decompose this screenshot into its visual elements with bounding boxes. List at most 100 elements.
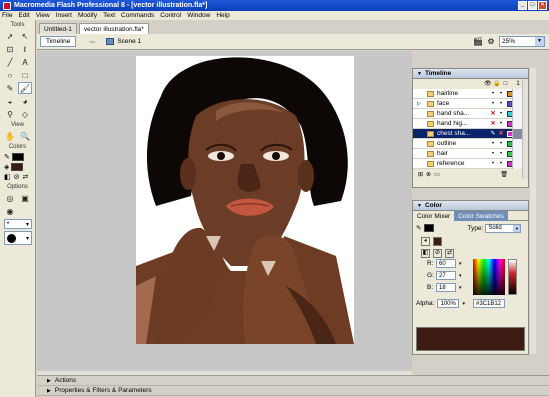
- b-field[interactable]: 18: [436, 283, 456, 292]
- hidden-x-icon[interactable]: ✕: [489, 120, 497, 127]
- menu-edit[interactable]: Edit: [18, 12, 29, 19]
- r-dropdown-icon[interactable]: ▾: [459, 261, 462, 267]
- scene-breadcrumb[interactable]: Scene 1: [106, 38, 141, 45]
- menu-insert[interactable]: Insert: [56, 12, 72, 19]
- tab-vector-illustration[interactable]: vector illustration.fla*: [78, 23, 149, 34]
- zoom-select[interactable]: 25% ▼: [499, 36, 545, 47]
- lock-dot-icon[interactable]: •: [497, 151, 505, 157]
- color-spectrum[interactable]: [473, 259, 505, 295]
- alpha-dropdown-icon[interactable]: ▾: [462, 301, 465, 307]
- rectangle-tool-icon[interactable]: □: [18, 69, 32, 81]
- layer-row[interactable]: hand sha... ✕ •: [413, 109, 528, 119]
- r-field[interactable]: 60: [436, 259, 456, 268]
- layer-row[interactable]: hair • •: [413, 149, 528, 159]
- layer-row[interactable]: reference • •: [413, 159, 528, 169]
- layer-row[interactable]: outline • •: [413, 139, 528, 149]
- properties-panel-header[interactable]: ▶ Properties & Filters & Parameters: [37, 386, 549, 396]
- paint-bucket-tool-icon[interactable]: ◕: [18, 95, 32, 107]
- lock-icon[interactable]: 🔒: [493, 81, 500, 88]
- tab-color-swatches[interactable]: Color Swatches: [454, 211, 508, 221]
- pencil-tool-icon[interactable]: ✎: [3, 82, 17, 94]
- swap-colors-icon[interactable]: ⇄: [445, 248, 454, 258]
- fill-color-swatch[interactable]: [11, 163, 24, 171]
- zoom-tool-icon[interactable]: 🔍: [18, 130, 32, 142]
- lasso-tool-icon[interactable]: ℓ: [18, 43, 32, 55]
- panel-scrollbar[interactable]: [530, 68, 536, 354]
- artboard[interactable]: [136, 56, 354, 344]
- hand-tool-icon[interactable]: ✋: [3, 130, 17, 142]
- menu-file[interactable]: File: [2, 12, 12, 19]
- visibility-dot-icon[interactable]: •: [489, 151, 497, 157]
- no-color-icon[interactable]: ⊘: [433, 248, 442, 258]
- menu-modify[interactable]: Modify: [78, 12, 97, 19]
- outline-icon[interactable]: □: [502, 81, 509, 88]
- lock-dot-icon[interactable]: •: [497, 121, 505, 127]
- menu-window[interactable]: Window: [187, 12, 210, 19]
- lock-fill-icon[interactable]: ▣: [18, 192, 32, 204]
- add-layer-icon[interactable]: ⊞: [418, 171, 423, 178]
- black-white-icon[interactable]: ◧: [4, 173, 11, 181]
- eraser-tool-icon[interactable]: ◇: [18, 108, 32, 120]
- tab-untitled-1[interactable]: Untitled-1: [39, 23, 77, 34]
- oval-tool-icon[interactable]: ○: [3, 69, 17, 81]
- free-transform-tool-icon[interactable]: ⊡: [3, 43, 17, 55]
- no-color-icon[interactable]: ⊘: [14, 173, 20, 181]
- layer-row[interactable]: hairline • •: [413, 89, 528, 99]
- brush-size-select[interactable]: • ▾: [4, 219, 32, 229]
- timeline-header[interactable]: ▼ Timeline: [413, 69, 528, 79]
- ink-bottle-tool-icon[interactable]: ◒: [3, 95, 17, 107]
- layer-row[interactable]: hand hig... ✕ •: [413, 119, 528, 129]
- menu-view[interactable]: View: [36, 12, 50, 19]
- expand-arrow-icon[interactable]: ▷: [417, 101, 421, 107]
- visibility-dot-icon[interactable]: •: [489, 141, 497, 147]
- lock-dot-icon[interactable]: •: [497, 111, 505, 117]
- fill-swatch[interactable]: [433, 236, 442, 246]
- menu-help[interactable]: Help: [216, 12, 229, 19]
- object-drawing-icon[interactable]: ◎: [3, 192, 17, 204]
- black-white-icon[interactable]: ◧: [421, 248, 430, 258]
- lock-dot-icon[interactable]: •: [497, 161, 505, 167]
- stroke-swatch[interactable]: [424, 224, 435, 232]
- tab-color-mixer[interactable]: Color Mixer: [413, 211, 455, 221]
- menu-text[interactable]: Text: [103, 12, 115, 19]
- hidden-x-icon[interactable]: ✕: [489, 110, 497, 117]
- b-dropdown-icon[interactable]: ▾: [459, 285, 462, 291]
- hidden-x-icon[interactable]: ✕: [497, 130, 505, 137]
- brush-shape-select[interactable]: ▾: [4, 231, 32, 245]
- g-field[interactable]: 27: [436, 271, 456, 280]
- lock-dot-icon[interactable]: •: [497, 101, 505, 107]
- stage-area[interactable]: [37, 51, 412, 371]
- menu-commands[interactable]: Commands: [121, 12, 154, 19]
- close-button[interactable]: ×: [538, 1, 547, 10]
- swap-colors-icon[interactable]: ⇄: [23, 173, 29, 181]
- edit-symbols-icon[interactable]: ⚙: [486, 37, 496, 47]
- lock-dot-icon[interactable]: •: [497, 141, 505, 147]
- alpha-field[interactable]: 100%: [437, 299, 460, 308]
- timeline-scrollbar[interactable]: [522, 79, 528, 179]
- back-arrow-icon[interactable]: ⇦: [86, 38, 98, 46]
- line-tool-icon[interactable]: ╱: [3, 56, 17, 68]
- stroke-color-swatch[interactable]: [11, 153, 24, 161]
- eyedropper-tool-icon[interactable]: ⚲: [3, 108, 17, 120]
- layer-row-selected[interactable]: chest sha... ✎ ✕: [413, 129, 528, 139]
- edit-scene-icon[interactable]: 🎬: [473, 37, 483, 47]
- menu-control[interactable]: Control: [160, 12, 181, 19]
- type-select[interactable]: Solid ▼: [485, 223, 522, 233]
- maximize-button[interactable]: □: [528, 1, 537, 10]
- visibility-dot-icon[interactable]: •: [489, 101, 497, 107]
- add-folder-icon[interactable]: ▭: [434, 171, 440, 178]
- add-guide-icon[interactable]: ⊕: [426, 171, 431, 178]
- selection-tool-icon[interactable]: ➚: [3, 30, 17, 42]
- g-dropdown-icon[interactable]: ▾: [459, 273, 462, 279]
- visibility-dot-icon[interactable]: •: [489, 161, 497, 167]
- fill-bucket-icon[interactable]: ◕: [421, 236, 430, 246]
- eye-icon[interactable]: 👁: [484, 81, 492, 88]
- text-tool-icon[interactable]: A: [18, 56, 32, 68]
- timeline-toggle-button[interactable]: Timeline: [40, 36, 77, 47]
- brightness-slider[interactable]: [508, 259, 517, 295]
- lock-dot-icon[interactable]: •: [497, 91, 505, 97]
- minimize-button[interactable]: _: [518, 1, 527, 10]
- brush-tool-icon[interactable]: 🖌: [18, 82, 32, 94]
- visibility-dot-icon[interactable]: •: [489, 91, 497, 97]
- stroke-pencil-icon[interactable]: ✎: [416, 224, 421, 232]
